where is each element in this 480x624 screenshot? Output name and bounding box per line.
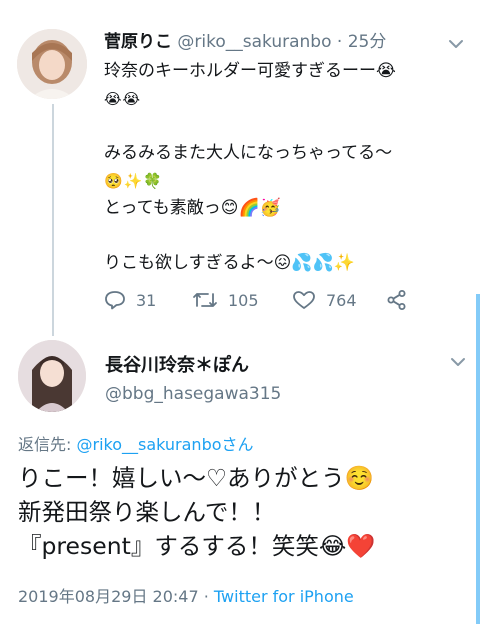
tweet1-display-name[interactable]: 菅原りこ	[104, 32, 172, 52]
reply-label: 返信先:	[18, 435, 77, 454]
tweet2-client[interactable]: Twitter for iPhone	[214, 587, 354, 606]
tweet1-header: 菅原りこ @riko__sakuranbo · 25分	[104, 31, 386, 53]
avatar-riko[interactable]	[17, 29, 87, 99]
chevron-down-icon[interactable]	[450, 356, 466, 368]
tweet2-text: りこー！嬉しい〜♡ありがとう☺️ 新発田祭り楽しんで！！ 『present』する…	[18, 461, 376, 563]
scrollbar[interactable]	[476, 294, 480, 624]
retweet-icon	[193, 293, 217, 307]
reply-target-link[interactable]: @riko__sakuranboさん	[76, 435, 253, 454]
reply-context: 返信先: @riko__sakuranboさん	[18, 431, 254, 455]
tweet1-line: みるみるまた大人になっちゃってる〜	[104, 143, 393, 163]
share-button[interactable]	[386, 286, 418, 314]
tweet1-time[interactable]: 25分	[348, 32, 387, 52]
tweet1-actions: 31 105 764	[104, 286, 424, 314]
tweet2-meta: 2019年08月29日 20:47 · Twitter for iPhone	[18, 583, 354, 607]
tweet2-handle[interactable]: @bbg_hasegawa315	[105, 384, 281, 404]
like-count: 764	[326, 290, 357, 310]
tweet1-line: 😭😭	[104, 89, 142, 108]
tweet1-handle[interactable]: @riko__sakuranbo	[177, 32, 331, 52]
meta-separator: ·	[198, 587, 214, 606]
share-icon	[387, 290, 406, 310]
reply-button[interactable]: 31	[104, 286, 156, 314]
retweet-count: 105	[228, 290, 259, 310]
tweet2-line: 新発田祭り楽しんで！！	[18, 498, 276, 526]
tweet2-line: 『present』するする！笑笑😂❤️	[18, 532, 376, 560]
like-button[interactable]: 764	[292, 286, 357, 314]
tweet1-line: 🥺✨🍀	[104, 171, 164, 190]
like-icon	[293, 291, 315, 309]
reply-count: 31	[136, 290, 157, 310]
chevron-down-icon[interactable]	[448, 38, 464, 50]
thread-line	[52, 104, 54, 336]
tweet1-text: 玲奈のキーホルダー可愛すぎるーー😭 😭😭 みるみるまた大人になっちゃってる〜 🥺…	[104, 58, 454, 277]
tweet1-line: 玲奈のキーホルダー可愛すぎるーー😭	[104, 61, 396, 81]
reply-icon	[105, 291, 125, 310]
tweet2-timestamp[interactable]: 2019年08月29日 20:47	[18, 587, 199, 606]
tweet2-line: りこー！嬉しい〜♡ありがとう☺️	[18, 464, 374, 492]
tweet1-separator: ·	[336, 32, 343, 52]
tweet1-line: とっても素敵っ😊🌈🥳	[104, 198, 281, 218]
avatar-rena[interactable]	[18, 340, 86, 412]
retweet-button[interactable]: 105	[192, 286, 259, 314]
tweet1-line: りこも欲しすぎるよ〜😖💦💦✨	[104, 252, 355, 273]
tweet2-display-name[interactable]: 長谷川玲奈＊ぽん	[105, 351, 249, 377]
